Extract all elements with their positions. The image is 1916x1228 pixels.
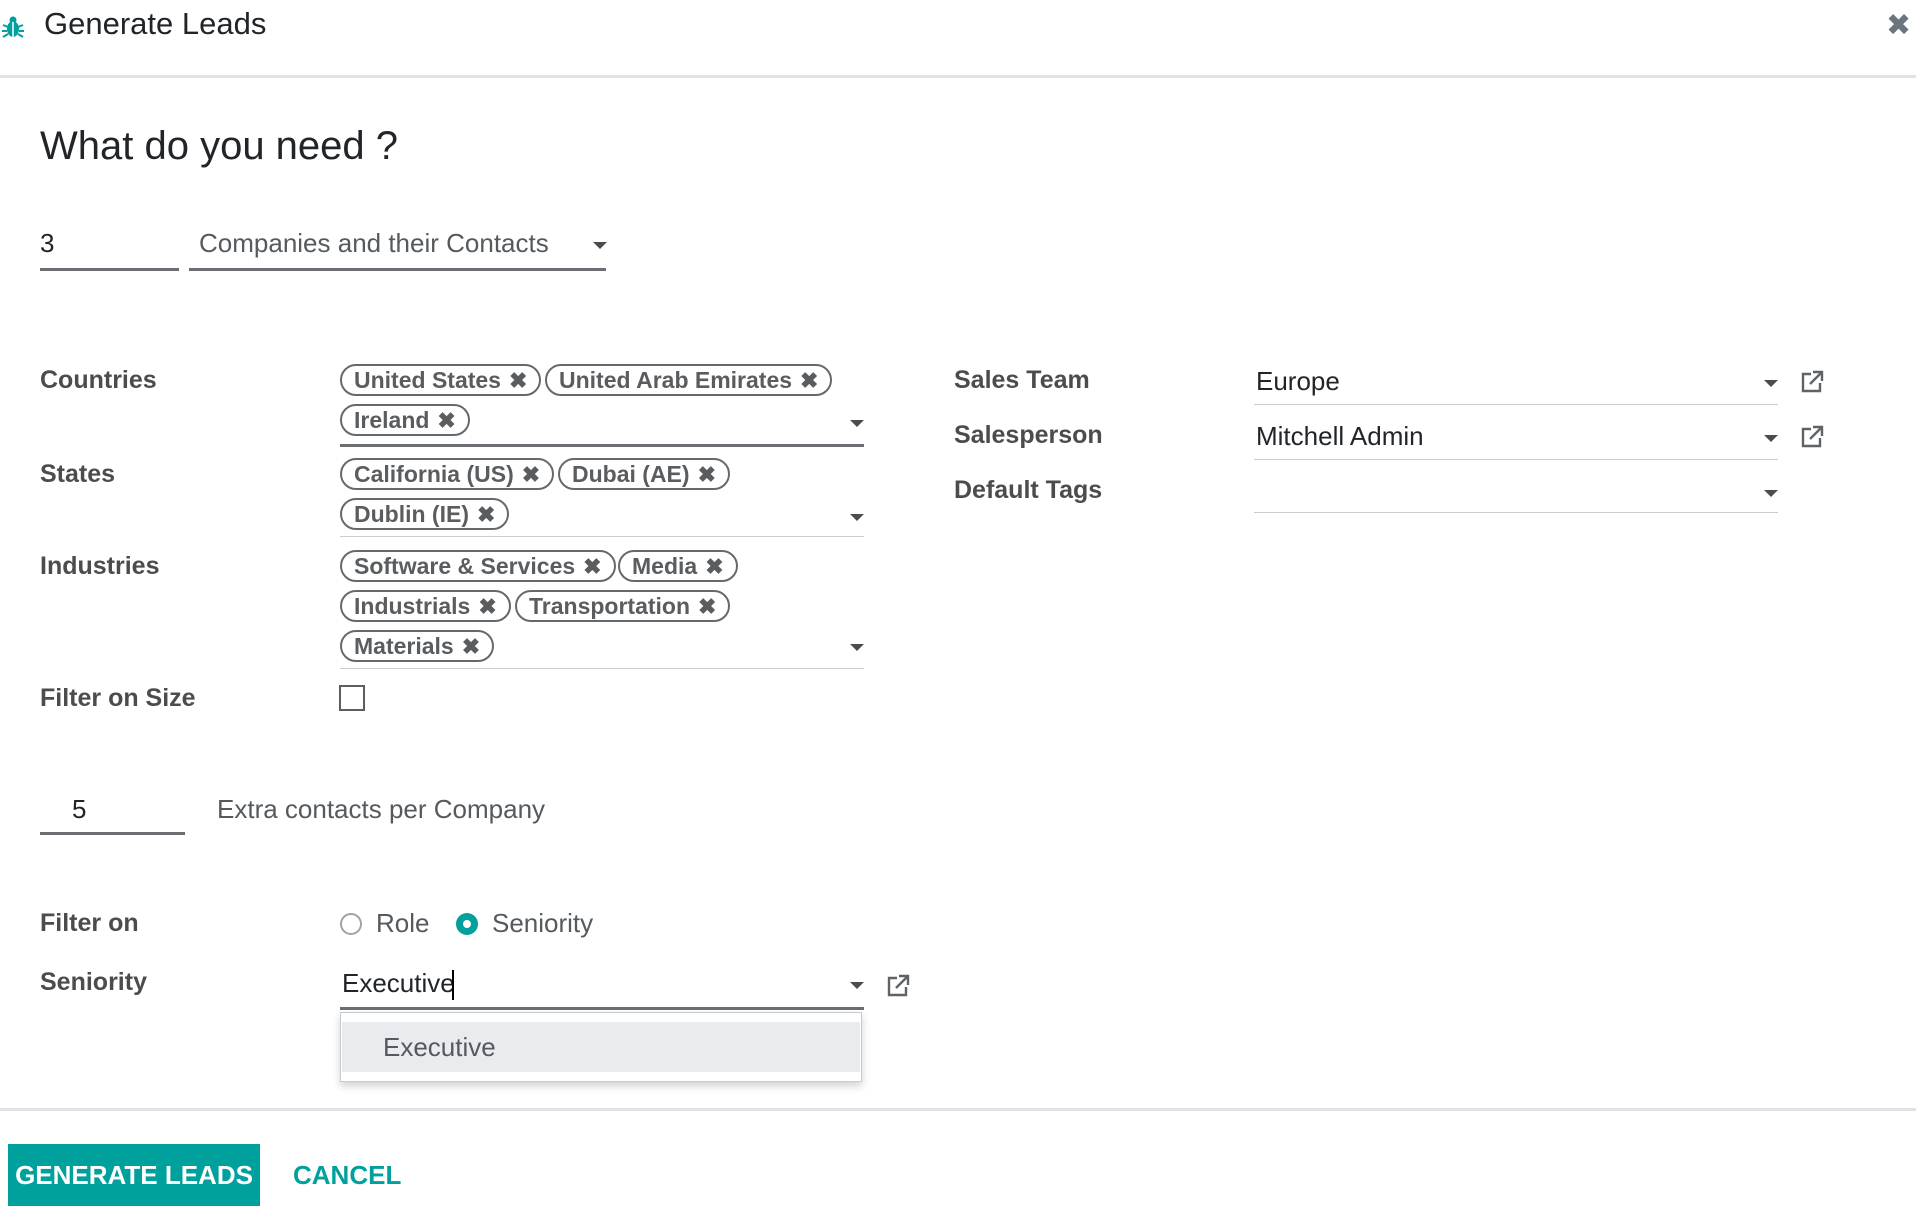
country-tag: Ireland ✖ xyxy=(340,404,470,436)
bug-icon xyxy=(2,16,24,38)
state-tag: Dubai (AE) ✖ xyxy=(558,458,730,490)
generate-leads-button[interactable]: GENERATE LEADS xyxy=(8,1144,260,1206)
salesperson-label: Salesperson xyxy=(954,421,1103,449)
remove-tag-icon[interactable]: ✖ xyxy=(583,554,601,579)
remove-tag-icon[interactable]: ✖ xyxy=(437,408,455,433)
salesperson-select[interactable]: Mitchell Admin xyxy=(1254,417,1778,460)
seniority-label: Seniority xyxy=(40,968,147,996)
countries-label: Countries xyxy=(40,366,157,394)
cancel-button[interactable]: CANCEL xyxy=(293,1144,401,1206)
remove-tag-icon[interactable]: ✖ xyxy=(698,594,716,619)
seniority-input[interactable]: Executive xyxy=(340,964,864,1010)
states-label: States xyxy=(40,460,116,488)
industry-tag: Materials ✖ xyxy=(340,630,495,662)
chevron-down-icon xyxy=(850,982,864,989)
default-tags-label: Default Tags xyxy=(954,476,1103,504)
role-radio[interactable] xyxy=(340,913,362,935)
countries-field[interactable]: United States ✖ United Arab Emirates ✖ Ire… xyxy=(340,362,864,447)
chevron-down-icon xyxy=(593,242,607,249)
seniority-radio-label[interactable]: Seniority xyxy=(492,908,593,939)
lead-type-select[interactable]: Companies and their Contacts xyxy=(189,226,607,271)
state-tag: Dublin (IE) ✖ xyxy=(340,498,510,530)
industry-tag: Transportation ✖ xyxy=(515,590,731,622)
extra-contacts-label: Extra contacts per Company xyxy=(217,794,546,824)
filter-on-size-checkbox[interactable] xyxy=(339,685,365,711)
external-link-icon[interactable] xyxy=(1798,423,1826,451)
chevron-down-icon xyxy=(850,514,864,521)
autocomplete-option[interactable]: Executive xyxy=(342,1022,860,1072)
footer-divider xyxy=(0,1108,1916,1111)
remove-tag-icon[interactable]: ✖ xyxy=(462,634,480,659)
lead-count-input[interactable]: 3 xyxy=(40,226,179,271)
state-tag: California (US) ✖ xyxy=(340,458,555,490)
default-tags-field[interactable] xyxy=(1254,472,1778,513)
industries-label: Industries xyxy=(40,552,160,580)
seniority-autocomplete: Executive xyxy=(340,1012,862,1082)
industries-field[interactable]: Software & Services ✖ Media ✖ Industrials ✖… xyxy=(340,548,864,669)
chevron-down-icon xyxy=(1764,435,1778,442)
dialog-title: Generate Leads xyxy=(44,6,267,41)
role-radio-label[interactable]: Role xyxy=(376,908,429,939)
filter-on-label: Filter on xyxy=(40,909,139,937)
chevron-down-icon xyxy=(1764,380,1778,387)
remove-tag-icon[interactable]: ✖ xyxy=(522,462,540,487)
seniority-radio[interactable] xyxy=(456,913,478,935)
extra-contacts-input[interactable]: 5 xyxy=(40,790,185,835)
remove-tag-icon[interactable]: ✖ xyxy=(800,368,818,393)
industry-tag: Industrials ✖ xyxy=(340,590,511,622)
country-tag: United Arab Emirates ✖ xyxy=(545,364,833,396)
chevron-down-icon xyxy=(850,420,864,427)
external-link-icon[interactable] xyxy=(884,972,912,1000)
text-cursor xyxy=(452,970,454,1000)
remove-tag-icon[interactable]: ✖ xyxy=(705,554,723,579)
country-tag: United States ✖ xyxy=(340,364,542,396)
industry-tag: Media ✖ xyxy=(618,550,738,582)
filter-on-size-label: Filter on Size xyxy=(40,684,196,712)
sales-team-label: Sales Team xyxy=(954,366,1090,394)
sales-team-select[interactable]: Europe xyxy=(1254,362,1778,405)
close-icon[interactable]: ✖ xyxy=(1886,8,1911,43)
external-link-icon[interactable] xyxy=(1798,368,1826,396)
remove-tag-icon[interactable]: ✖ xyxy=(698,462,716,487)
remove-tag-icon[interactable]: ✖ xyxy=(509,368,527,393)
states-field[interactable]: California (US) ✖ Dubai (AE) ✖ Dublin (IE)… xyxy=(340,456,864,537)
remove-tag-icon[interactable]: ✖ xyxy=(478,594,496,619)
chevron-down-icon xyxy=(850,644,864,651)
dialog-header: Generate Leads ✖ xyxy=(0,0,1916,78)
industry-tag: Software & Services ✖ xyxy=(340,550,616,582)
remove-tag-icon[interactable]: ✖ xyxy=(477,502,495,527)
page-heading: What do you need ? xyxy=(40,124,399,168)
chevron-down-icon xyxy=(1764,490,1778,497)
